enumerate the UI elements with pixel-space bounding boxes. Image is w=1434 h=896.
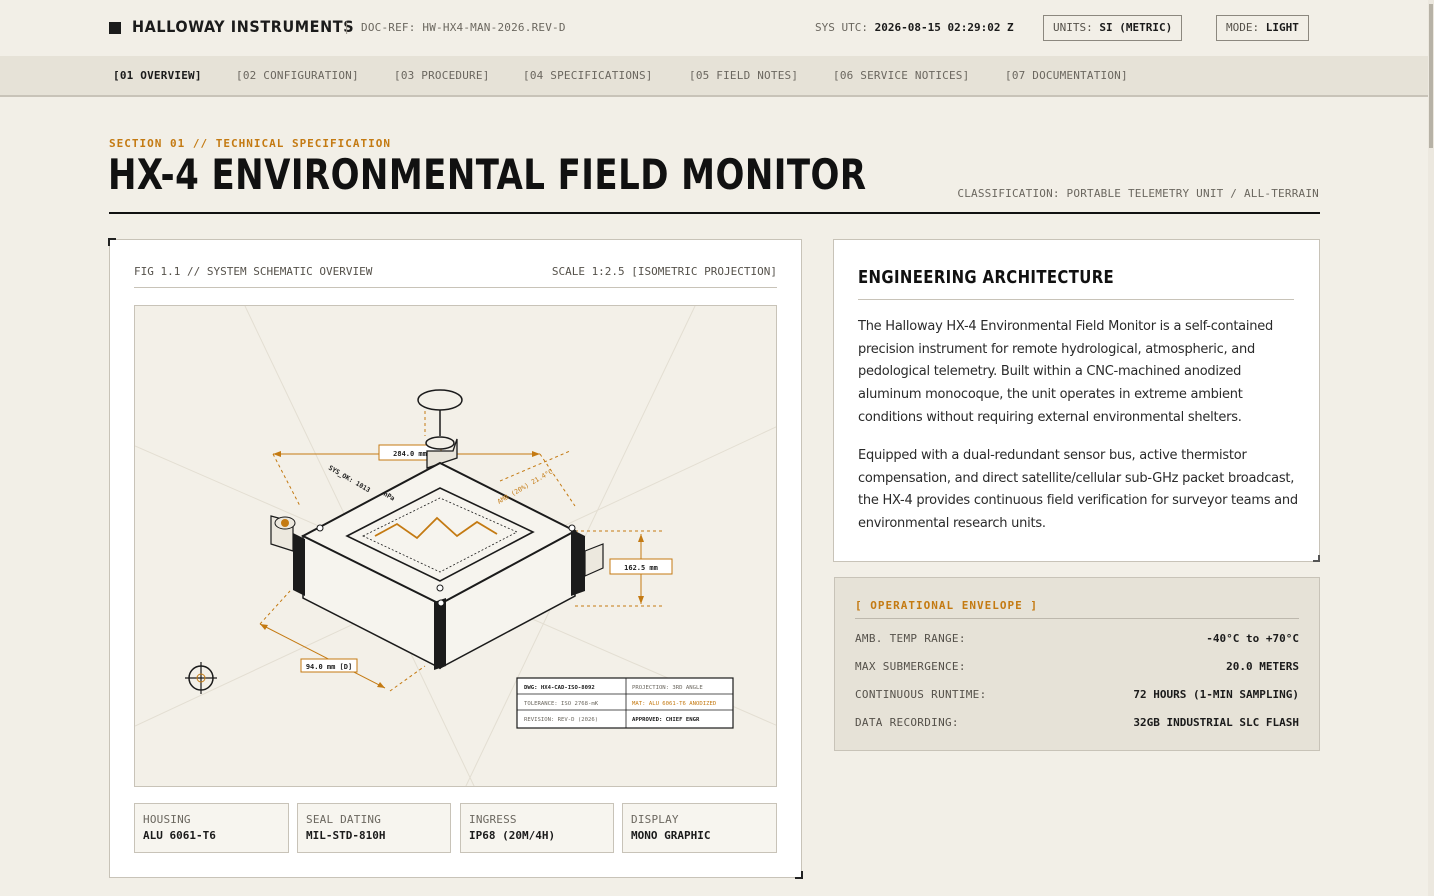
svg-text:162.5 mm: 162.5 mm bbox=[624, 564, 658, 572]
section-tag: SECTION 01 // TECHNICAL SPECIFICATION bbox=[109, 137, 392, 150]
envelope-value: 72 HOURS (1-MIN SAMPLING) bbox=[1133, 688, 1299, 701]
spec-ingress: INGRESS IP68 (20M/4H) bbox=[460, 803, 614, 853]
architecture-divider bbox=[858, 299, 1294, 300]
corner-mark-bottom-right bbox=[795, 871, 803, 879]
units-toggle-button[interactable]: UNITS: SI (METRIC) bbox=[1043, 15, 1183, 41]
envelope-key: DATA RECORDING: bbox=[855, 716, 959, 729]
architecture-title: ENGINEERING ARCHITECTURE bbox=[858, 267, 1115, 288]
corner-mark-architecture bbox=[1313, 555, 1320, 562]
svg-text:284.0 mm: 284.0 mm bbox=[393, 450, 427, 458]
figure-caption: FIG 1.1 // SYSTEM SCHEMATIC OVERVIEW bbox=[134, 265, 373, 278]
svg-text:REVISION: REV-D (2026): REVISION: REV-D (2026) bbox=[524, 717, 598, 723]
nav-tab-field-notes[interactable]: [05 FIELD NOTES] bbox=[689, 69, 798, 82]
sys-ok-label: SYS_OK: 1013 bbox=[327, 464, 372, 494]
spec-label: HOUSING bbox=[143, 813, 191, 826]
crosshair-icon bbox=[185, 662, 217, 694]
top-bar: HALLOWAY INSTRUMENTS | DOC-REF: HW-HX4-M… bbox=[0, 0, 1434, 56]
nav-tab-overview[interactable]: [01 OVERVIEW] bbox=[113, 69, 202, 82]
spec-display: DISPLAY MONO GRAPHIC bbox=[622, 803, 777, 853]
dimension-depth: 94.0 mm [D] bbox=[259, 623, 386, 689]
classification-label: CLASSIFICATION: PORTABLE TELEMETRY UNIT … bbox=[957, 187, 1319, 200]
envelope-key: MAX SUBMERGENCE: bbox=[855, 660, 966, 673]
sys-utc-value: 2026-08-15 02:29:02 Z bbox=[874, 21, 1014, 34]
spec-value: IP68 (20M/4H) bbox=[469, 829, 556, 842]
svg-text:PROJECTION: 3RD ANGLE: PROJECTION: 3RD ANGLE bbox=[632, 685, 703, 691]
spec-housing: HOUSING ALU 6061-T6 bbox=[134, 803, 289, 853]
sys-utc-label: SYS UTC: bbox=[815, 21, 868, 34]
doc-reference: DOC-REF: HW-HX4-MAN-2026.REV-D bbox=[361, 21, 566, 34]
mode-label: MODE: bbox=[1226, 21, 1260, 34]
nav-tab-documentation[interactable]: [07 DOCUMENTATION] bbox=[1005, 69, 1128, 82]
mode-value: LIGHT bbox=[1265, 21, 1299, 34]
scrollbar-thumb[interactable] bbox=[1429, 4, 1433, 148]
mode-toggle-button[interactable]: MODE: LIGHT bbox=[1216, 15, 1309, 41]
nav-tab-procedure[interactable]: [03 PROCEDURE] bbox=[394, 69, 490, 82]
envelope-row: MAX SUBMERGENCE: 20.0 METERS bbox=[855, 660, 1299, 676]
units-value: SI (METRIC) bbox=[1099, 21, 1173, 34]
page-title: HX-4 ENVIRONMENTAL FIELD MONITOR bbox=[108, 150, 867, 199]
header-separator: | bbox=[343, 20, 351, 34]
svg-text:MAT: ALU 6061-T6 ANODIZED: MAT: ALU 6061-T6 ANODIZED bbox=[632, 701, 717, 707]
envelope-title: [ OPERATIONAL ENVELOPE ] bbox=[855, 599, 1038, 612]
envelope-value: 32GB INDUSTRIAL SLC FLASH bbox=[1133, 716, 1299, 729]
ambient-temp-label: AMB (20%) 21.4°C bbox=[496, 467, 554, 505]
title-divider bbox=[109, 212, 1320, 214]
drawing-title-block: DWG: HX4-CAD-ISO-8092 PROJECTION: 3RD AN… bbox=[516, 677, 734, 729]
units-label: UNITS: bbox=[1053, 21, 1093, 34]
envelope-value: -40°C to +70°C bbox=[1206, 632, 1299, 645]
schematic-canvas: 284.0 mm 94.0 mm [D] 162.5 mm SYS_OK: 10… bbox=[134, 305, 777, 787]
envelope-key: CONTINUOUS RUNTIME: bbox=[855, 688, 987, 701]
brand-name[interactable]: HALLOWAY INSTRUMENTS bbox=[132, 17, 354, 36]
svg-text:APPROVED: CHIEF ENGR: APPROVED: CHIEF ENGR bbox=[632, 717, 700, 723]
envelope-key: AMB. TEMP RANGE: bbox=[855, 632, 966, 645]
corner-mark-top-left bbox=[108, 238, 116, 246]
svg-text:DWG: HX4-CAD-ISO-8092: DWG: HX4-CAD-ISO-8092 bbox=[524, 685, 595, 691]
architecture-paragraph-1: The Halloway HX-4 Environmental Field Mo… bbox=[858, 319, 1273, 425]
dimension-height: 162.5 mm bbox=[609, 534, 673, 604]
svg-text:94.0 mm [D]: 94.0 mm [D] bbox=[306, 663, 352, 671]
envelope-value: 20.0 METERS bbox=[1226, 660, 1299, 673]
nav-tab-service-notices[interactable]: [06 SERVICE NOTICES] bbox=[833, 69, 969, 82]
isometric-schematic: 284.0 mm 94.0 mm [D] 162.5 mm SYS_OK: 10… bbox=[135, 306, 776, 786]
spec-seal-rating: SEAL DATING MIL-STD-810H bbox=[297, 803, 451, 853]
dimension-width: 284.0 mm bbox=[273, 444, 540, 461]
architecture-paragraph-2: Equipped with a dual-redundant sensor bu… bbox=[858, 448, 1298, 532]
svg-text:TOLERANCE: ISO 2768-mK: TOLERANCE: ISO 2768-mK bbox=[524, 701, 599, 707]
spec-value: MIL-STD-810H bbox=[306, 829, 386, 842]
spec-label: DISPLAY bbox=[631, 813, 679, 826]
system-utc-clock: SYS UTC: 2026-08-15 02:29:02 Z bbox=[815, 21, 1014, 34]
brand-logo-square bbox=[109, 22, 121, 34]
envelope-divider bbox=[855, 618, 1299, 619]
envelope-row: DATA RECORDING: 32GB INDUSTRIAL SLC FLAS… bbox=[855, 716, 1299, 732]
envelope-row: CONTINUOUS RUNTIME: 72 HOURS (1-MIN SAMP… bbox=[855, 688, 1299, 704]
spec-value: MONO GRAPHIC bbox=[631, 829, 711, 842]
figure-divider bbox=[134, 287, 777, 288]
nav-tab-specifications[interactable]: [04 SPECIFICATIONS] bbox=[523, 69, 653, 82]
nav-tab-configuration[interactable]: [02 CONFIGURATION] bbox=[236, 69, 359, 82]
spec-label: INGRESS bbox=[469, 813, 517, 826]
section-nav: [01 OVERVIEW] [02 CONFIGURATION] [03 PRO… bbox=[0, 56, 1434, 97]
spec-value: ALU 6061-T6 bbox=[143, 829, 216, 842]
envelope-row: AMB. TEMP RANGE: -40°C to +70°C bbox=[855, 632, 1299, 648]
spec-label: SEAL DATING bbox=[306, 813, 382, 826]
figure-scale: SCALE 1:2.5 [ISOMETRIC PROJECTION] bbox=[551, 265, 777, 278]
